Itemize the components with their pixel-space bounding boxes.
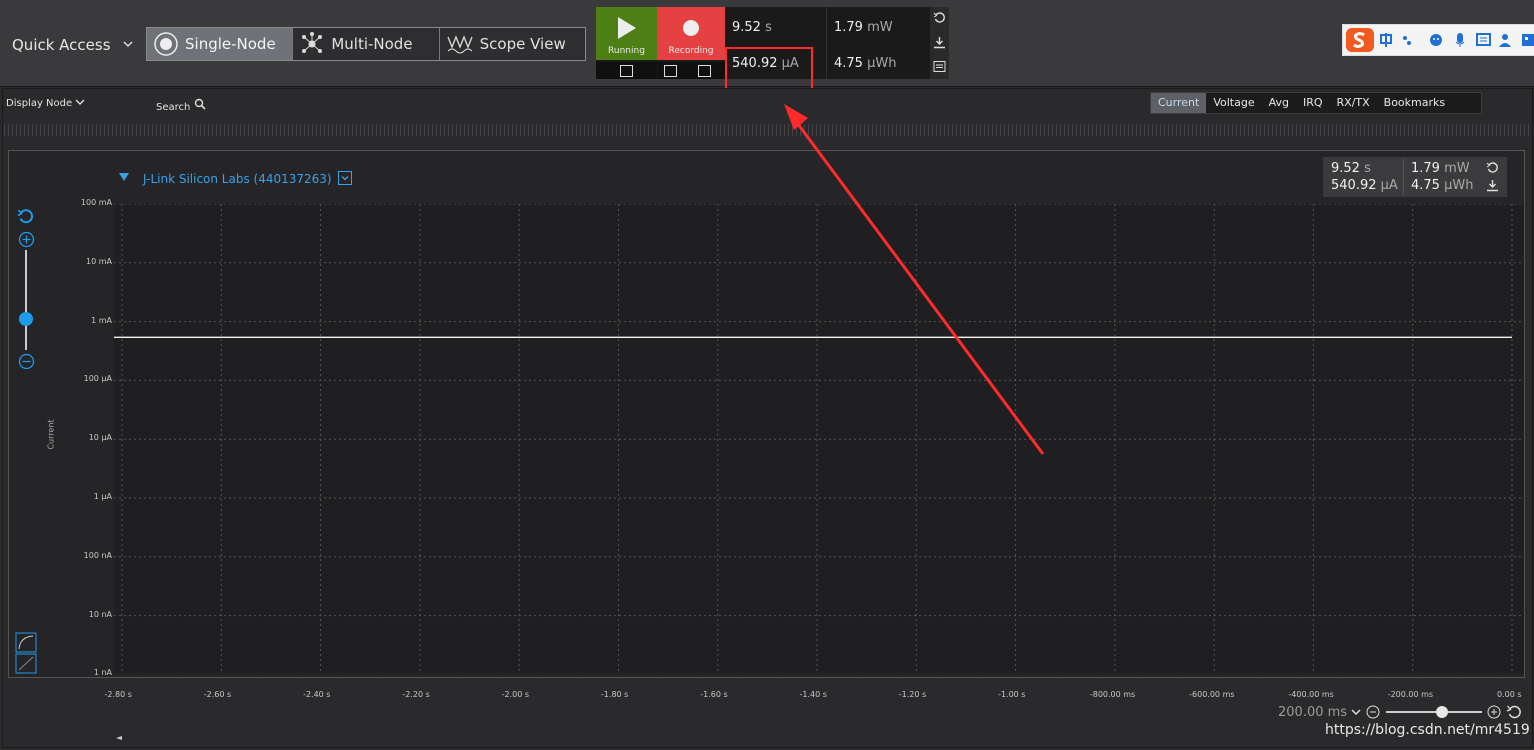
time-readout: 9.52 s <box>732 20 772 35</box>
plot-time-readout: 9.52 s <box>1331 161 1371 176</box>
y-tick-label: 100 µA <box>83 374 112 384</box>
play-icon <box>618 17 636 39</box>
x-tick-label: -2.00 s <box>501 690 530 699</box>
x-tick-label: 0.00 s <box>1497 690 1522 699</box>
single-node-button[interactable]: Single-Node <box>147 28 294 60</box>
vertical-zoom-handle[interactable] <box>19 312 33 326</box>
device-name[interactable]: J-Link Silicon Labs (440137263) <box>143 172 332 186</box>
x-tick-label: -1.40 s <box>799 690 827 699</box>
x-tick-label: -200.00 ms <box>1387 690 1434 699</box>
record-options <box>658 62 725 79</box>
multi-node-label: Multi-Node <box>331 35 413 53</box>
readout-divider <box>826 7 827 79</box>
horizontal-zoom-handle[interactable] <box>1436 706 1448 718</box>
input-method-bar <box>1342 24 1534 56</box>
x-tick-label: -2.80 s <box>104 690 132 699</box>
x-tick-label: -1.20 s <box>898 690 927 699</box>
trigger-rise-icon[interactable] <box>620 65 633 77</box>
chevron-down-icon <box>75 99 85 105</box>
record-label: Recording <box>668 46 714 56</box>
y-tick-label: 1 µA <box>93 492 112 501</box>
chevron-down-icon[interactable] <box>122 38 134 50</box>
zoom-in-icon[interactable] <box>1487 705 1501 719</box>
record-button[interactable]: Recording <box>657 7 725 60</box>
reset-zoom-icon[interactable] <box>17 208 35 226</box>
power-readout: 1.79 mW <box>834 20 893 35</box>
x-tick-label: -1.80 s <box>600 690 629 699</box>
timeline-ruler[interactable] <box>4 124 1530 136</box>
trigger-stop-icon[interactable] <box>698 65 711 77</box>
export-icon[interactable] <box>1486 179 1499 192</box>
scope-view-label: Scope View <box>479 35 566 53</box>
y-tick-label: 10 nA <box>88 609 112 619</box>
run-label: Running <box>608 46 645 56</box>
device-menu-icon[interactable] <box>338 171 352 185</box>
x-tick-label: -1.60 s <box>700 690 728 699</box>
single-node-icon <box>154 32 178 56</box>
y-tick-label: 1 nA <box>93 668 112 678</box>
readout-actions <box>930 7 949 79</box>
energy-readout: 4.75 µWh <box>834 56 897 71</box>
y-tick-label: 10 µA <box>88 433 112 443</box>
x-tick-label: -2.60 s <box>203 690 232 699</box>
run-button[interactable]: Running <box>596 7 657 60</box>
x-tick-label: -400.00 ms <box>1288 690 1334 699</box>
run-options <box>596 62 657 79</box>
time-scale-label[interactable]: 200.00 ms <box>1278 705 1347 720</box>
y-tick-label: 1 mA <box>91 315 112 325</box>
zoom-out-icon[interactable] <box>1366 705 1380 719</box>
display-node-dropdown[interactable]: Display Node <box>6 98 85 109</box>
vertical-zoom-track[interactable] <box>25 250 27 350</box>
sogou-logo-icon <box>1346 28 1374 52</box>
horizontal-zoom-track[interactable] <box>1386 711 1482 713</box>
reset-icon[interactable] <box>1486 161 1499 174</box>
record-icon <box>683 20 699 36</box>
y-tick-label: 10 mA <box>86 256 112 266</box>
plot-power-readout: 1.79 mW <box>1411 161 1470 176</box>
single-node-label: Single-Node <box>185 35 276 53</box>
tab-rxtx[interactable]: RX/TX <box>1330 93 1377 113</box>
tab-bookmarks[interactable]: Bookmarks <box>1377 93 1452 113</box>
x-tick-label: -2.40 s <box>303 690 331 699</box>
x-tick-label: -2.20 s <box>402 690 430 699</box>
y-tick-label: 100 mA <box>80 198 112 207</box>
trigger-start-icon[interactable] <box>664 65 677 77</box>
reset-icon[interactable] <box>933 11 946 24</box>
x-tick-label: -1.00 s <box>998 690 1026 699</box>
collapse-triangle-icon[interactable] <box>118 172 130 182</box>
scale-mode-icon[interactable] <box>15 632 37 674</box>
tab-voltage[interactable]: Voltage <box>1206 93 1261 113</box>
quick-access-label[interactable]: Quick Access <box>12 36 111 54</box>
chevron-down-icon[interactable] <box>1350 706 1362 718</box>
display-node-label: Display Node <box>6 98 73 109</box>
panel-tabs: Current Voltage Avg IRQ RX/TX Bookmarks <box>1150 92 1482 114</box>
export-icon[interactable] <box>933 36 946 49</box>
x-tick-label: -600.00 ms <box>1189 690 1235 699</box>
list-icon[interactable] <box>933 60 946 73</box>
tab-current[interactable]: Current <box>1151 93 1207 113</box>
stats-divider <box>1403 159 1404 195</box>
annotation-arrow <box>784 104 1045 455</box>
plot-stats-box: 9.52 s 1.79 mW 540.92 µA 4.75 µWh <box>1323 157 1507 197</box>
scope-view-button[interactable]: Scope View <box>440 28 585 60</box>
search-icon <box>194 98 206 110</box>
multi-node-button[interactable]: Multi-Node <box>293 28 440 60</box>
view-mode-switcher: Single-Node Multi-Node Scope View <box>146 27 586 61</box>
horizontal-scrollbar[interactable] <box>116 736 1506 740</box>
zoom-in-icon[interactable] <box>18 231 35 248</box>
watermark-text: https://blog.csdn.net/mr4519 <box>1325 722 1530 738</box>
plot-current-readout: 540.92 µA <box>1331 178 1398 193</box>
plot-energy-readout: 4.75 µWh <box>1411 178 1474 193</box>
search-button[interactable]: Search <box>156 98 206 113</box>
ime-toolbar-icon[interactable] <box>1379 32 1534 48</box>
x-tick-label: -800.00 ms <box>1089 690 1136 699</box>
y-tick-label: 100 nA <box>83 550 112 560</box>
multi-node-icon <box>302 32 323 53</box>
search-label: Search <box>156 102 191 113</box>
tab-avg[interactable]: Avg <box>1262 93 1296 113</box>
zoom-out-icon[interactable] <box>18 353 35 370</box>
scope-view-icon <box>447 35 473 54</box>
tab-irq[interactable]: IRQ <box>1296 93 1330 113</box>
reset-zoom-icon[interactable] <box>1506 704 1522 720</box>
